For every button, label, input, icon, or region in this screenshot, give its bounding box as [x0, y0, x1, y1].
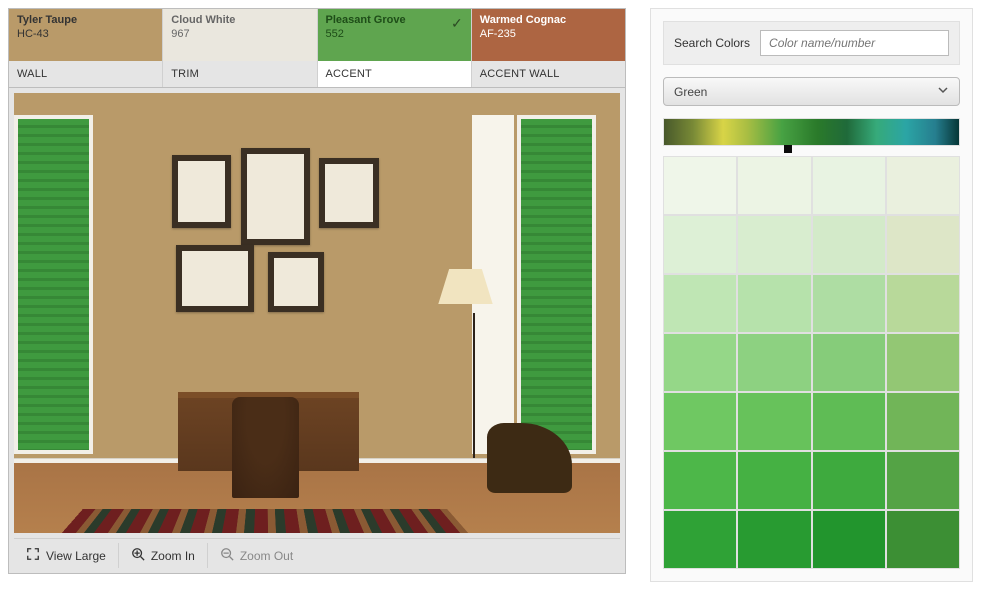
chevron-down-icon [937, 84, 949, 99]
view-large-button[interactable]: View Large [14, 543, 119, 568]
zoom-in-button[interactable]: Zoom In [119, 543, 208, 568]
swatch-chip: Tyler TaupeHC-43 [9, 9, 162, 61]
palette-cell[interactable] [664, 275, 736, 332]
zoom-out-label: Zoom Out [240, 549, 293, 563]
palette-cell[interactable] [813, 275, 885, 332]
swatch-card-accent[interactable]: Pleasant Grove552✓ACCENT [318, 9, 472, 87]
palette-grid [663, 156, 960, 569]
swatch-name: Pleasant Grove [326, 14, 463, 28]
color-family-selected: Green [674, 85, 707, 99]
palette-cell[interactable] [738, 334, 810, 391]
palette-cell[interactable] [664, 511, 736, 568]
palette-cell[interactable] [664, 157, 736, 214]
palette-cell[interactable] [664, 334, 736, 391]
swatch-code: HC-43 [17, 28, 154, 42]
spectrum-indicator [784, 145, 792, 153]
palette-cell[interactable] [664, 216, 736, 273]
swatch-chip: Cloud White967 [163, 9, 316, 61]
zoom-out-icon [220, 547, 234, 564]
expand-icon [26, 547, 40, 564]
palette-cell[interactable] [664, 393, 736, 450]
right-panel: Search Colors Green [650, 8, 973, 582]
swatch-name: Tyler Taupe [17, 14, 154, 28]
color-spectrum[interactable] [663, 118, 960, 146]
palette-cell[interactable] [813, 452, 885, 509]
room-preview [14, 93, 620, 533]
view-large-label: View Large [46, 549, 106, 563]
swatch-chip: Warmed CognacAF-235 [472, 9, 625, 61]
swatch-role: ACCENT [318, 61, 471, 87]
search-label: Search Colors [674, 36, 750, 50]
palette-cell[interactable] [738, 216, 810, 273]
palette-cell[interactable] [738, 511, 810, 568]
zoom-in-icon [131, 547, 145, 564]
palette-cell[interactable] [887, 157, 959, 214]
palette-cell[interactable] [813, 157, 885, 214]
palette-cell[interactable] [813, 511, 885, 568]
palette-cell[interactable] [887, 452, 959, 509]
rug [62, 509, 468, 533]
preview-area: View Large Zoom In Zoom Out [8, 87, 626, 574]
swatch-card-wall[interactable]: Tyler TaupeHC-43WALL [9, 9, 163, 87]
swatch-role: WALL [9, 61, 162, 87]
swatch-code: AF-235 [480, 28, 617, 42]
swatch-chip: Pleasant Grove552✓ [318, 9, 471, 61]
search-row: Search Colors [663, 21, 960, 65]
swatch-card-trim[interactable]: Cloud White967TRIM [163, 9, 317, 87]
palette-cell[interactable] [738, 452, 810, 509]
shutter-right [517, 115, 596, 454]
swatch-code: 552 [326, 28, 463, 42]
palette-cell[interactable] [887, 393, 959, 450]
palette-cell[interactable] [887, 334, 959, 391]
swatch-row: Tyler TaupeHC-43WALLCloud White967TRIMPl… [8, 8, 626, 87]
palette-cell[interactable] [813, 216, 885, 273]
palette-cell[interactable] [813, 334, 885, 391]
swatch-name: Warmed Cognac [480, 14, 617, 28]
swatch-card-accent-wall[interactable]: Warmed CognacAF-235ACCENT WALL [472, 9, 625, 87]
zoom-out-button[interactable]: Zoom Out [208, 543, 305, 568]
palette-cell[interactable] [887, 216, 959, 273]
zoom-in-label: Zoom In [151, 549, 195, 563]
lamp [473, 313, 475, 463]
preview-toolbar: View Large Zoom In Zoom Out [14, 538, 620, 568]
palette-cell[interactable] [738, 393, 810, 450]
palette-cell[interactable] [813, 393, 885, 450]
wall-art [172, 155, 402, 322]
swatch-role: ACCENT WALL [472, 61, 625, 87]
chair [232, 397, 299, 498]
check-icon: ✓ [451, 15, 463, 33]
color-family-select[interactable]: Green [663, 77, 960, 106]
swatch-role: TRIM [163, 61, 316, 87]
search-input[interactable] [760, 30, 949, 56]
palette-cell[interactable] [738, 157, 810, 214]
swatch-name: Cloud White [171, 14, 308, 28]
palette-cell[interactable] [887, 511, 959, 568]
palette-cell[interactable] [738, 275, 810, 332]
palette-cell[interactable] [664, 452, 736, 509]
left-column: Tyler TaupeHC-43WALLCloud White967TRIMPl… [8, 8, 626, 582]
palette-cell[interactable] [887, 275, 959, 332]
swatch-code: 967 [171, 28, 308, 42]
shutter-left [14, 115, 93, 454]
